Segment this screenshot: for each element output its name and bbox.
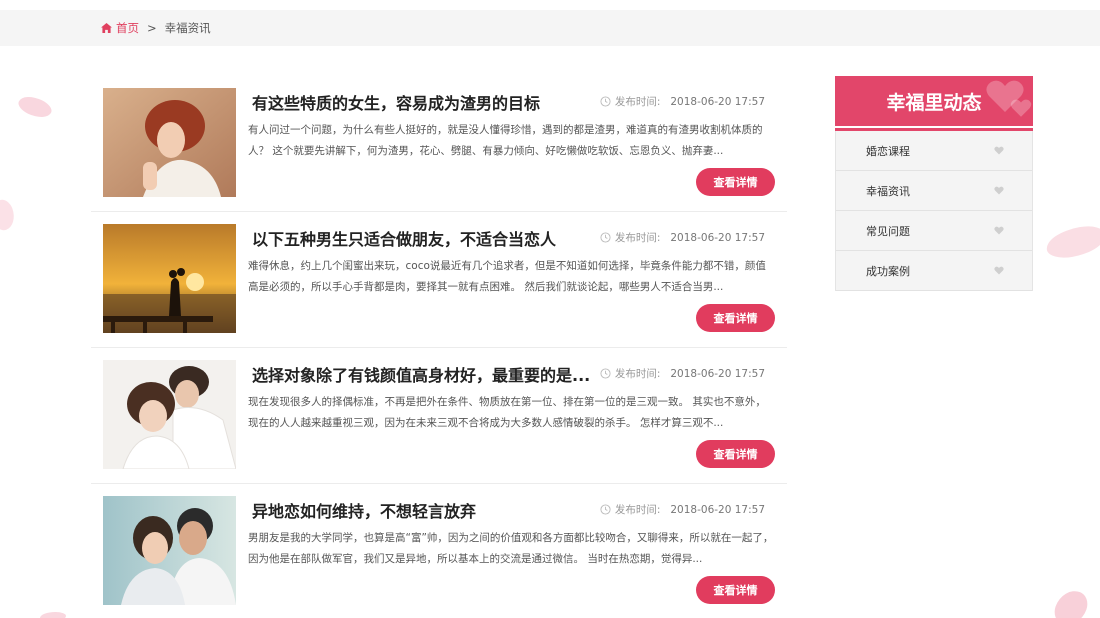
- clock-icon: [600, 96, 611, 107]
- publish-time-label: 发布时间:: [614, 368, 661, 380]
- article-title[interactable]: 有这些特质的女生，容易成为渣男的目标: [252, 90, 602, 114]
- sidebar-title: 幸福里动态: [886, 91, 982, 114]
- article-meta: 发布时间: 2018-06-20 17:57: [600, 366, 765, 381]
- breadcrumb-home-link[interactable]: 首页: [116, 20, 139, 36]
- publish-time-label: 发布时间:: [614, 232, 661, 244]
- sidebar-item-courses[interactable]: 婚恋课程: [836, 131, 1032, 171]
- article-thumbnail[interactable]: [103, 224, 236, 333]
- article-meta: 发布时间: 2018-06-20 17:57: [600, 94, 765, 109]
- article-meta: 发布时间: 2018-06-20 17:57: [600, 230, 765, 245]
- clock-icon: [600, 232, 611, 243]
- article-thumbnail[interactable]: [103, 360, 236, 469]
- breadcrumb-current: 幸福资讯: [164, 21, 211, 35]
- publish-time-value: 2018-06-20 17:57: [670, 367, 765, 380]
- heart-icon: [994, 266, 1004, 275]
- article-thumbnail[interactable]: [103, 496, 236, 605]
- sidebar-item-label: 成功案例: [866, 264, 910, 278]
- article-meta: 发布时间: 2018-06-20 17:57: [600, 502, 765, 517]
- publish-time-label: 发布时间:: [614, 504, 661, 516]
- sidebar-item-success-cases[interactable]: 成功案例: [836, 251, 1032, 291]
- sidebar-item-label: 幸福资讯: [866, 184, 910, 198]
- sidebar-item-label: 常见问题: [866, 224, 910, 238]
- couple-image: [103, 360, 236, 469]
- heart-icon: [994, 186, 1004, 195]
- publish-time-value: 2018-06-20 17:57: [670, 231, 765, 244]
- sidebar-item-news[interactable]: 幸福资讯: [836, 171, 1032, 211]
- article-item: 以下五种男生只适合做朋友，不适合当恋人 发布时间: 2018-06-20 17:…: [91, 212, 787, 348]
- clock-icon: [600, 368, 611, 379]
- heart-decoration-icon: [1010, 99, 1032, 117]
- sidebar-menu: 婚恋课程 幸福资讯 常见问题 成功案例: [835, 131, 1033, 291]
- sidebar: 幸福里动态 婚恋课程 幸福资讯 常见问题 成功案例: [835, 76, 1033, 291]
- view-details-button[interactable]: 查看详情: [696, 304, 775, 332]
- breadcrumb: 首页 > 幸福资讯: [0, 10, 1100, 46]
- article-excerpt: 有人问过一个问题，为什么有些人挺好的，就是没人懂得珍惜，遇到的都是渣男，难道真的…: [248, 124, 763, 157]
- sidebar-item-label: 婚恋课程: [866, 144, 910, 158]
- article-excerpt: 难得休息，约上几个闺蜜出来玩，coco说最近有几个追求者，但是不知道如何选择，毕…: [248, 260, 766, 293]
- view-details-button[interactable]: 查看详情: [696, 576, 775, 604]
- article-item: 异地恋如何维持，不想轻言放弃 发布时间: 2018-06-20 17:57 男朋…: [91, 484, 787, 618]
- sunset-couple-image: [103, 224, 236, 333]
- woman-portrait-image: [103, 88, 236, 197]
- petal-decoration: [15, 91, 55, 123]
- heart-icon: [994, 226, 1004, 235]
- view-details-button[interactable]: 查看详情: [696, 440, 775, 468]
- clock-icon: [600, 504, 611, 515]
- petal-decoration: [0, 197, 19, 233]
- article-list: 有这些特质的女生，容易成为渣男的目标 发布时间: 2018-06-20 17:5…: [91, 76, 787, 618]
- article-title[interactable]: 选择对象除了有钱颜值高身材好，最重要的是...: [252, 362, 602, 386]
- publish-time-value: 2018-06-20 17:57: [670, 503, 765, 516]
- article-thumbnail[interactable]: [103, 88, 236, 197]
- article-title[interactable]: 以下五种男生只适合做朋友，不适合当恋人: [252, 226, 602, 250]
- petal-decoration: [1050, 585, 1092, 618]
- petal-decoration: [40, 612, 66, 618]
- couple-portrait-image: [103, 496, 236, 605]
- publish-time-label: 发布时间:: [614, 96, 661, 108]
- petal-decoration: [1044, 223, 1100, 261]
- article-item: 选择对象除了有钱颜值高身材好，最重要的是... 发布时间: 2018-06-20…: [91, 348, 787, 484]
- article-excerpt: 男朋友是我的大学同学，也算是高“富”帅，因为之间的价值观和各方面都比较吻合，又聊…: [248, 532, 774, 565]
- article-item: 有这些特质的女生，容易成为渣男的目标 发布时间: 2018-06-20 17:5…: [91, 76, 787, 212]
- heart-icon: [994, 146, 1004, 155]
- breadcrumb-separator: >: [147, 21, 157, 35]
- sidebar-header: 幸福里动态: [835, 76, 1033, 126]
- sidebar-item-faq[interactable]: 常见问题: [836, 211, 1032, 251]
- article-excerpt: 现在发现很多人的择偶标准，不再是把外在条件、物质放在第一位、排在第一位的是三观一…: [248, 396, 766, 429]
- article-title[interactable]: 异地恋如何维持，不想轻言放弃: [252, 498, 602, 522]
- home-icon: [101, 23, 112, 33]
- view-details-button[interactable]: 查看详情: [696, 168, 775, 196]
- publish-time-value: 2018-06-20 17:57: [670, 95, 765, 108]
